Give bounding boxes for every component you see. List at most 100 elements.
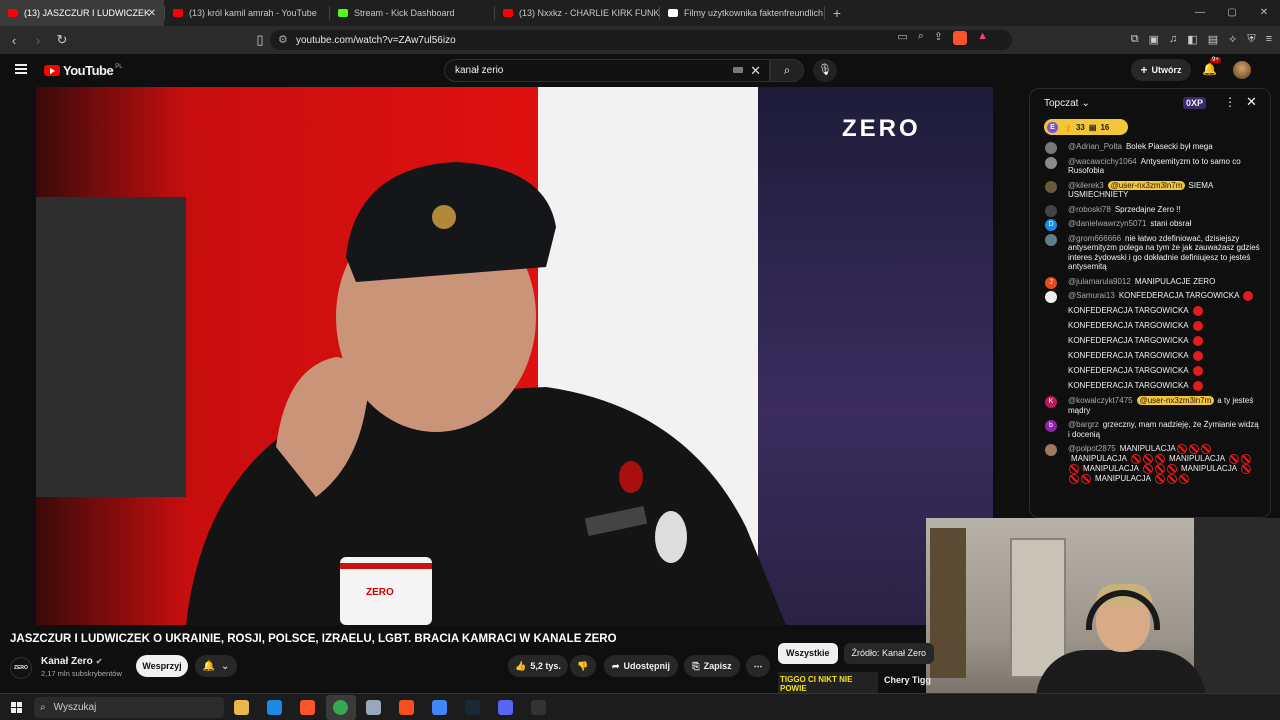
taskbar-app-icon[interactable] [234, 700, 249, 715]
chat-avatar[interactable] [1045, 291, 1057, 303]
chat-avatar[interactable] [1045, 204, 1057, 217]
channel-name[interactable]: Kanał Zero [41, 656, 93, 667]
chat-avatar[interactable] [1045, 180, 1057, 193]
chat-avatar[interactable] [1045, 142, 1057, 154]
share-icon[interactable]: ⇪ [934, 30, 943, 45]
create-button[interactable]: + Utwórz [1131, 59, 1191, 81]
chat-mention[interactable]: @user-nx3zm3ln7m [1107, 180, 1186, 190]
taskbar-app-icon[interactable] [432, 700, 447, 715]
chat-message[interactable]: @roboski78 Sprzedajne Zero !! [1030, 204, 1270, 217]
chat-message[interactable]: @polpot2875 MANIPULACJAMANIPULACJA MANIPUL… [1030, 444, 1270, 484]
chat-username[interactable]: @kowalczykt7475 [1068, 396, 1133, 405]
like-button[interactable]: 👍 5,2 tys. [508, 655, 568, 677]
extensions-icon[interactable]: ⧉ [1131, 33, 1139, 46]
chat-message[interactable]: KONFEDERACJA TARGOWICKA [1030, 306, 1270, 316]
youtube-logo[interactable]: YouTube PL [44, 63, 123, 78]
xp-badge[interactable]: 0XP [1183, 97, 1207, 109]
rewards-icon[interactable]: ▲ [977, 30, 988, 45]
chat-avatar[interactable]: J [1045, 276, 1057, 289]
recommended-thumbnail[interactable]: TIGGO CI NIKT NIE POWIE [778, 672, 878, 694]
chat-message[interactable]: KONFEDERACJA TARGOWICKA [1030, 351, 1270, 361]
chip-source[interactable]: Źródło: Kanał Zero [843, 643, 935, 664]
browser-tab[interactable]: Stream - Kick Dashboard [330, 0, 494, 26]
search-input[interactable]: kanał zerio ✕ [444, 59, 770, 82]
chat-username[interactable]: @Adrian_Polta [1068, 142, 1122, 151]
chat-message[interactable]: @grom666666 nie łatwo zdefiniować, dzisie… [1030, 233, 1270, 272]
engagement-pill[interactable]: E 👍 33 ▤ 16 [1044, 119, 1128, 135]
close-icon[interactable]: ✕ [1246, 94, 1257, 110]
share-button[interactable]: ➦ Udostępnij [604, 655, 678, 677]
chat-avatar[interactable] [1045, 156, 1057, 169]
chat-message[interactable]: @wacawcichy1064 Antysemityzm to to samo c… [1030, 156, 1270, 176]
chat-avatar[interactable]: b [1045, 420, 1057, 432]
browser-tab[interactable]: Filmy użytkownika faktenfreundlich [660, 0, 824, 26]
chip-all[interactable]: Wszystkie [778, 643, 838, 664]
chat-avatar[interactable]: D [1045, 219, 1057, 231]
menu-icon[interactable] [15, 64, 27, 74]
windows-start-icon[interactable] [11, 702, 22, 713]
close-window-icon[interactable]: ✕ [1248, 0, 1280, 26]
chat-mode-select[interactable]: Topczat [1044, 98, 1078, 109]
recommended-title[interactable]: Chery Tigg [884, 675, 931, 685]
chat-message[interactable]: KONFEDERACJA TARGOWICKA [1030, 381, 1270, 391]
taskbar-search[interactable]: ⌕ Wyszukaj [34, 697, 224, 718]
panel-icon[interactable]: ◧ [1187, 33, 1197, 46]
chat-message[interactable]: KONFEDERACJA TARGOWICKA [1030, 321, 1270, 331]
chat-message-list[interactable]: @Adrian_Polta Bolek Piasecki był mega @wac… [1030, 137, 1270, 517]
chat-avatar[interactable]: K [1045, 396, 1057, 408]
taskbar-app-icon[interactable] [267, 700, 282, 715]
voice-search-button[interactable]: 🎙 [813, 59, 837, 82]
site-info-icon[interactable]: ⚙ [278, 33, 288, 46]
chat-username[interactable]: @kilerek3 [1068, 181, 1104, 190]
chat-message[interactable]: KONFEDERACJA TARGOWICKA [1030, 366, 1270, 376]
chat-username[interactable]: @polpot2875 [1068, 444, 1116, 453]
chat-message[interactable]: J @julamarula9012 MANIPULACJE ZERO [1030, 276, 1270, 289]
chat-message[interactable]: K @kowalczykt7475 @user-nx3zm3ln7m a ty jes… [1030, 396, 1270, 415]
chat-username[interactable]: @bargrz [1068, 420, 1099, 429]
channel-name-row[interactable]: Kanał Zero ✔ [41, 656, 102, 667]
chat-username[interactable]: @grom666666 [1068, 234, 1121, 243]
new-tab-button[interactable]: + [825, 5, 849, 21]
clear-icon[interactable]: ✕ [750, 63, 761, 79]
chat-message[interactable]: D @danielwawrzyn5071 stani obsrał [1030, 219, 1270, 231]
chat-message[interactable]: @Adrian_Polta Bolek Piasecki był mega [1030, 142, 1270, 154]
channel-avatar[interactable]: ZERO [10, 657, 32, 679]
more-icon[interactable]: ⋮ [1224, 95, 1236, 109]
account-avatar[interactable] [1233, 61, 1251, 79]
chat-username[interactable]: @wacawcichy1064 [1068, 157, 1137, 166]
dislike-button[interactable]: 👎 [570, 655, 596, 677]
taskbar-app-icon[interactable] [333, 700, 348, 715]
media-icon[interactable]: ♫ [1169, 33, 1177, 46]
taskbar-app-icon[interactable] [465, 700, 480, 715]
search-button[interactable]: ⌕ [770, 59, 804, 82]
bookmark-icon[interactable]: ▯ [250, 32, 270, 48]
cast-icon[interactable]: ▭ [897, 30, 907, 45]
taskbar-app-icon[interactable] [300, 700, 315, 715]
chat-username[interactable]: @danielwawrzyn5071 [1068, 219, 1146, 228]
subscription-bell-button[interactable]: 🔔 ⌄ [195, 655, 237, 677]
support-button[interactable]: Wesprzyj [136, 655, 188, 677]
minimize-icon[interactable]: — [1184, 0, 1216, 26]
browser-tab[interactable]: (13) JASZCZUR I LUDWICZEK ✕ [0, 0, 164, 26]
keyboard-icon[interactable] [733, 67, 743, 73]
chat-message[interactable]: b @bargrz grzeczny, mam nadzieję, że Żymia… [1030, 420, 1270, 439]
chat-avatar[interactable] [1045, 444, 1057, 456]
reload-icon[interactable]: ↻ [52, 32, 72, 48]
menu-icon[interactable]: ≡ [1266, 33, 1272, 46]
wallet-icon[interactable]: ▤ [1208, 33, 1218, 46]
chat-mention[interactable]: @user-nx3zm3ln7m [1136, 396, 1215, 405]
chat-avatar[interactable] [1045, 233, 1057, 246]
chevron-down-icon[interactable]: ⌄ [1081, 98, 1089, 109]
brave-shield-icon[interactable] [953, 31, 968, 45]
zoom-icon[interactable]: ⌕ [918, 30, 924, 45]
taskbar-app-icon[interactable] [531, 700, 546, 715]
chat-username[interactable]: @roboski78 [1068, 205, 1111, 214]
back-icon[interactable]: ‹ [4, 33, 24, 48]
browser-tab[interactable]: (13) król kamil amrah - YouTube [165, 0, 329, 26]
save-button[interactable]: ⎘ Zapisz [684, 655, 740, 677]
chat-username[interactable]: @Samurai13 [1068, 291, 1115, 300]
forward-icon[interactable]: › [28, 33, 48, 48]
tab-close-icon[interactable]: ✕ [148, 8, 156, 19]
notifications-icon[interactable]: 🔔 [1202, 62, 1217, 76]
video-player[interactable]: ZERO ZERO [36, 87, 993, 625]
